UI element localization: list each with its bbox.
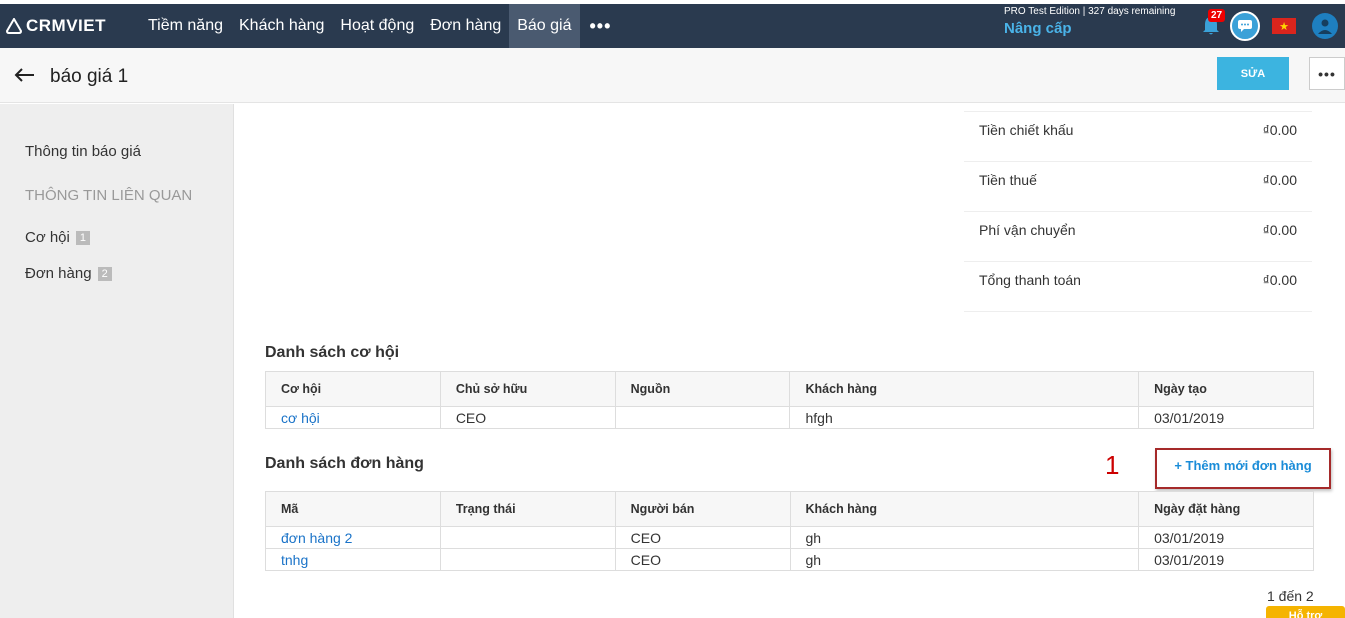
brand-logo[interactable]: CRMVIET (6, 16, 140, 36)
sidebar-item-label: Cơ hội (25, 229, 70, 246)
table-cell: 03/01/2019 (1138, 406, 1314, 429)
summary-label: Tiền chiết khấu (979, 122, 1074, 138)
table-cell (439, 548, 616, 571)
order-link[interactable]: đơn hàng 2 (281, 530, 352, 546)
summary-row-shipping: Phí vận chuyển ₫0.00 (964, 211, 1312, 261)
table-cell: tnhg (265, 548, 441, 571)
column-header[interactable]: Người bán (614, 491, 791, 527)
table-cell: CEO (614, 526, 791, 549)
page-title: báo giá 1 (50, 66, 129, 87)
sidebar-item-quote-info[interactable]: Thông tin báo giá (25, 143, 141, 160)
summary-value: ₫0.00 (1262, 272, 1297, 288)
table-cell: gh (789, 526, 1140, 549)
sidebar-related-heading: THÔNG TIN LIÊN QUAN (25, 187, 193, 204)
user-icon (1318, 19, 1332, 34)
edit-button[interactable]: SỬA (1217, 57, 1289, 90)
nav-more-icon[interactable]: ••• (580, 4, 622, 48)
sidebar-item-label: Đơn hàng (25, 265, 92, 282)
orders-table: Mã Trạng thái Người bán Khách hàng Ngày … (265, 491, 1314, 571)
table-cell: gh (789, 548, 1140, 571)
pagination-info: 1 đến 2 (1267, 588, 1314, 604)
count-badge: 1 (75, 231, 90, 246)
table-cell: đơn hàng 2 (265, 526, 441, 549)
edition-note: PRO Test Edition | 327 days remaining (1004, 6, 1176, 17)
opportunities-table: Cơ hội Chủ sở hữu Nguồn Khách hàng Ngày … (265, 371, 1314, 429)
table-cell: CEO (439, 406, 616, 429)
nav-item-leads[interactable]: Tiềm năng (140, 4, 231, 48)
table-cell (614, 406, 791, 429)
table-header-row: Cơ hội Chủ sở hữu Nguồn Khách hàng Ngày … (265, 371, 1314, 407)
column-header[interactable]: Khách hàng (789, 491, 1140, 527)
table-row: đơn hàng 2 CEO gh 03/01/2019 (265, 526, 1314, 549)
table-cell: 03/01/2019 (1138, 526, 1314, 549)
summary-divider (964, 311, 1312, 312)
logo-icon (6, 18, 22, 34)
summary-value: ₫0.00 (1262, 222, 1297, 238)
sidebar-item-orders[interactable]: Đơn hàng 2 (25, 265, 112, 282)
column-header[interactable]: Chủ sở hữu (439, 371, 616, 407)
nav-item-orders[interactable]: Đơn hàng (422, 4, 509, 48)
top-nav: CRMVIET Tiềm năng Khách hàng Hoạt động Đ… (0, 4, 1345, 48)
table-cell: cơ hội (265, 406, 441, 429)
user-avatar[interactable] (1312, 13, 1338, 39)
sidebar: Thông tin báo giá THÔNG TIN LIÊN QUAN Cơ… (0, 104, 234, 618)
summary-row-discount: Tiền chiết khấu ₫0.00 (964, 111, 1312, 161)
nav-item-activities[interactable]: Hoạt động (332, 4, 422, 48)
chat-icon (1238, 20, 1252, 32)
summary-label: Tổng thanh toán (979, 272, 1081, 288)
summary-label: Phí vận chuyển (979, 222, 1076, 238)
support-button[interactable]: Hỗ trợ (1266, 606, 1345, 618)
table-cell: 03/01/2019 (1138, 548, 1314, 571)
summary-label: Tiền thuế (979, 172, 1037, 188)
opportunity-link[interactable]: cơ hội (281, 410, 320, 426)
column-header[interactable]: Trạng thái (439, 491, 616, 527)
title-bar: báo giá 1 SỬA ••• (0, 48, 1345, 103)
count-badge: 2 (97, 267, 112, 282)
chat-button[interactable] (1230, 11, 1260, 41)
notification-count-badge: 27 (1208, 9, 1226, 22)
sidebar-item-opportunities[interactable]: Cơ hội 1 (25, 229, 90, 246)
opportunities-section-title: Danh sách cơ hội (265, 344, 400, 361)
summary-row-tax: Tiền thuế ₫0.00 (964, 161, 1312, 211)
table-row: tnhg CEO gh 03/01/2019 (265, 548, 1314, 571)
order-link[interactable]: tnhg (281, 552, 308, 568)
summary-row-total: Tổng thanh toán ₫0.00 (964, 261, 1312, 311)
main-nav: Tiềm năng Khách hàng Hoạt động Đơn hàng … (140, 4, 621, 48)
header-actions: 27 ★ (1196, 8, 1338, 44)
column-header[interactable]: Nguồn (614, 371, 791, 407)
column-header[interactable]: Cơ hội (265, 371, 441, 407)
orders-section-title: Danh sách đơn hàng (265, 455, 424, 472)
main-content: Tiền chiết khấu ₫0.00 Tiền thuế ₫0.00 Ph… (235, 104, 1345, 618)
column-header[interactable]: Mã (265, 491, 441, 527)
more-actions-button[interactable]: ••• (1309, 57, 1345, 90)
column-header[interactable]: Khách hàng (789, 371, 1140, 407)
summary-value: ₫0.00 (1262, 122, 1297, 138)
nav-item-customers[interactable]: Khách hàng (231, 4, 332, 48)
table-cell (439, 526, 616, 549)
column-header[interactable]: Ngày tạo (1138, 371, 1314, 407)
vietnam-flag-icon[interactable]: ★ (1272, 18, 1296, 34)
summary-value: ₫0.00 (1262, 172, 1297, 188)
upgrade-link[interactable]: Nâng cấp (1004, 20, 1175, 37)
edition-info: PRO Test Edition | 327 days remaining Nâ… (1004, 6, 1175, 37)
table-cell: CEO (614, 548, 791, 571)
nav-item-quotes[interactable]: Báo giá (509, 4, 580, 48)
back-arrow-icon[interactable] (12, 62, 38, 88)
table-header-row: Mã Trạng thái Người bán Khách hàng Ngày … (265, 491, 1314, 527)
annotation-number: 1 (1105, 450, 1120, 480)
brand-name: CRMVIET (26, 16, 106, 35)
table-row: cơ hội CEO hfgh 03/01/2019 (265, 406, 1314, 429)
table-cell: hfgh (789, 406, 1140, 429)
add-order-button[interactable]: + Thêm mới đơn hàng (1155, 448, 1331, 489)
notification-bell[interactable]: 27 (1196, 9, 1226, 41)
column-header[interactable]: Ngày đặt hàng (1138, 491, 1314, 527)
